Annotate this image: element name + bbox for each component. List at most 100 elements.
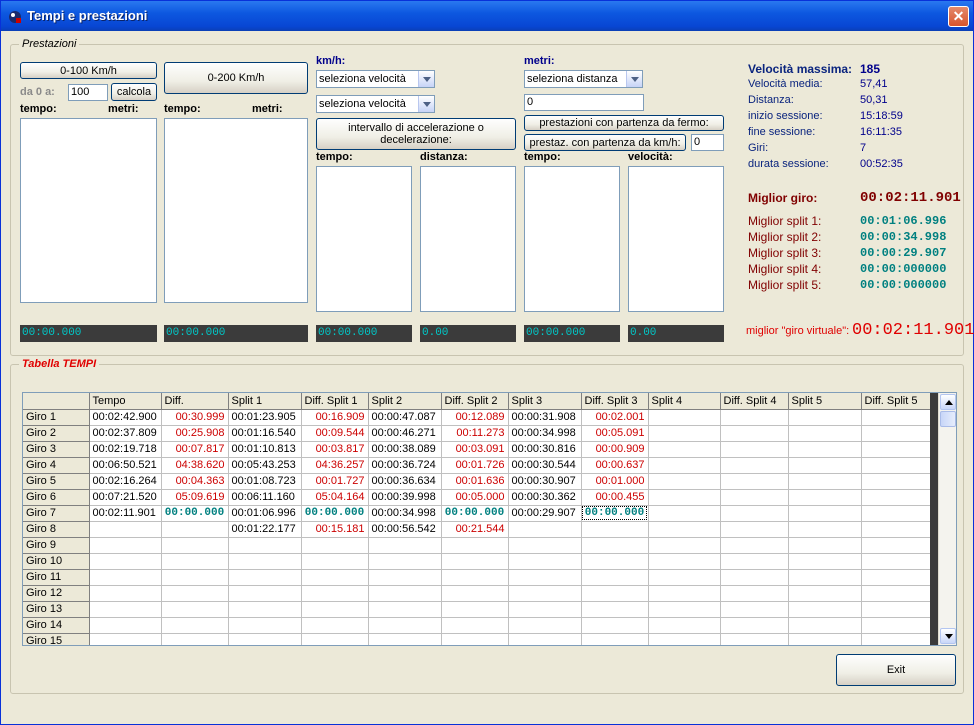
table-row[interactable]: Giro 8 00:01:22.177 00:15.181 00:00:56.542 0… <box>23 521 931 538</box>
table-cell[interactable] <box>301 537 369 554</box>
table-cell[interactable] <box>788 537 862 554</box>
table-row[interactable]: Giro 2 00:02:37.809 00:25.908 00:01:16.540 0… <box>23 425 931 442</box>
select-velocita-1[interactable]: seleziona velocità <box>316 70 435 88</box>
table-cell[interactable]: 00:01:22.177 <box>228 521 302 538</box>
table-cell[interactable] <box>648 505 721 522</box>
column-header[interactable]: Split 3 <box>508 393 582 410</box>
table-cell[interactable] <box>788 601 862 618</box>
table-cell[interactable] <box>228 553 302 570</box>
table-cell[interactable] <box>788 409 862 426</box>
table-cell[interactable]: 00:00:30.907 <box>508 473 582 490</box>
table-cell[interactable] <box>89 633 162 645</box>
table-row[interactable]: Giro 5 00:02:16.264 00:04.363 00:01:08.723 0… <box>23 473 931 490</box>
table-cell[interactable] <box>368 537 442 554</box>
table-cell[interactable] <box>788 425 862 442</box>
table-cell[interactable] <box>508 553 582 570</box>
row-header[interactable]: Giro 14 <box>23 617 90 634</box>
table-cell[interactable] <box>648 409 721 426</box>
table-cell[interactable] <box>161 585 229 602</box>
title-bar[interactable]: Tempi e prestazioni ✕ <box>1 1 973 31</box>
table-cell[interactable]: 00:07:21.520 <box>89 489 162 506</box>
table-cell[interactable] <box>441 585 509 602</box>
table-cell[interactable] <box>648 441 721 458</box>
table-cell[interactable] <box>161 617 229 634</box>
column-header[interactable]: Diff. Split 4 <box>720 393 789 410</box>
table-cell[interactable]: 00:00.000 <box>301 505 369 522</box>
table-cell[interactable] <box>788 473 862 490</box>
table-cell[interactable] <box>301 585 369 602</box>
table-cell[interactable]: 00:00.000 <box>161 505 229 522</box>
table-cell[interactable] <box>368 553 442 570</box>
row-header[interactable]: Giro 12 <box>23 585 90 602</box>
table-cell[interactable] <box>581 633 649 645</box>
table-cell[interactable]: 00:00.000 <box>581 505 649 522</box>
table-cell[interactable] <box>161 601 229 618</box>
table-cell[interactable]: 00:00.000 <box>441 505 509 522</box>
table-cell[interactable] <box>581 553 649 570</box>
select-distanza[interactable]: seleziona distanza <box>524 70 643 88</box>
chevron-down-icon[interactable] <box>626 71 642 87</box>
table-cell[interactable] <box>720 553 789 570</box>
table-cell[interactable] <box>368 569 442 586</box>
table-row[interactable]: Giro 3 00:02:19.718 00:07.817 00:01:10.813 0… <box>23 441 931 458</box>
table-cell[interactable]: 00:00.637 <box>581 457 649 474</box>
table-cell[interactable]: 00:01.000 <box>581 473 649 490</box>
table-cell[interactable] <box>720 585 789 602</box>
table-cell[interactable] <box>861 473 931 490</box>
table-cell[interactable] <box>648 585 721 602</box>
table-cell[interactable] <box>228 569 302 586</box>
table-cell[interactable] <box>581 537 649 554</box>
table-cell[interactable] <box>368 617 442 634</box>
table-cell[interactable] <box>720 505 789 522</box>
table-cell[interactable] <box>788 489 862 506</box>
table-cell[interactable] <box>648 489 721 506</box>
table-cell[interactable] <box>648 553 721 570</box>
table-cell[interactable] <box>508 633 582 645</box>
table-cell[interactable] <box>861 537 931 554</box>
table-cell[interactable]: 00:01:23.905 <box>228 409 302 426</box>
table-cell[interactable]: 00:00:56.542 <box>368 521 442 538</box>
corner-header[interactable] <box>23 393 90 410</box>
table-cell[interactable]: 00:05.091 <box>581 425 649 442</box>
table-cell[interactable] <box>89 569 162 586</box>
table-cell[interactable] <box>301 617 369 634</box>
table-cell[interactable]: 00:00:46.271 <box>368 425 442 442</box>
column-header[interactable]: Diff. Split 5 <box>861 393 931 410</box>
table-cell[interactable]: 04:38.620 <box>161 457 229 474</box>
chevron-down-icon[interactable] <box>418 96 434 112</box>
table-cell[interactable]: 00:06:50.521 <box>89 457 162 474</box>
table-cell[interactable] <box>508 585 582 602</box>
table-cell[interactable] <box>720 425 789 442</box>
table-cell[interactable] <box>441 553 509 570</box>
table-cell[interactable]: 00:02:19.718 <box>89 441 162 458</box>
table-cell[interactable]: 00:00:34.998 <box>368 505 442 522</box>
table-cell[interactable]: 00:00:36.724 <box>368 457 442 474</box>
table-cell[interactable]: 00:00:31.908 <box>508 409 582 426</box>
row-header[interactable]: Giro 9 <box>23 537 90 554</box>
table-cell[interactable] <box>581 569 649 586</box>
table-cell[interactable]: 00:09.544 <box>301 425 369 442</box>
table-cell[interactable] <box>228 537 302 554</box>
table-cell[interactable]: 00:21.544 <box>441 521 509 538</box>
table-cell[interactable]: 00:00:36.634 <box>368 473 442 490</box>
table-cell[interactable]: 00:02:11.901 <box>89 505 162 522</box>
select-velocita-2[interactable]: seleziona velocità <box>316 95 435 113</box>
row-header[interactable]: Giro 1 <box>23 409 90 426</box>
column-header[interactable]: Diff. Split 3 <box>581 393 649 410</box>
scroll-thumb[interactable] <box>940 411 956 427</box>
table-cell[interactable] <box>161 569 229 586</box>
table-cell[interactable]: 00:01:08.723 <box>228 473 302 490</box>
table-cell[interactable] <box>648 633 721 645</box>
table-cell[interactable]: 00:02:16.264 <box>89 473 162 490</box>
table-cell[interactable] <box>648 425 721 442</box>
table-cell[interactable] <box>508 601 582 618</box>
list-interval-tempo[interactable] <box>316 166 412 312</box>
scroll-down-icon[interactable] <box>940 628 956 644</box>
interval-button[interactable]: intervallo di accelerazione o decelerazi… <box>316 118 516 150</box>
table-row[interactable]: Giro 12 <box>23 585 931 602</box>
da0a-input[interactable]: 100 <box>68 84 108 101</box>
table-cell[interactable]: 05:09.619 <box>161 489 229 506</box>
vertical-scrollbar[interactable] <box>938 393 956 645</box>
table-cell[interactable] <box>788 633 862 645</box>
table-cell[interactable] <box>720 601 789 618</box>
